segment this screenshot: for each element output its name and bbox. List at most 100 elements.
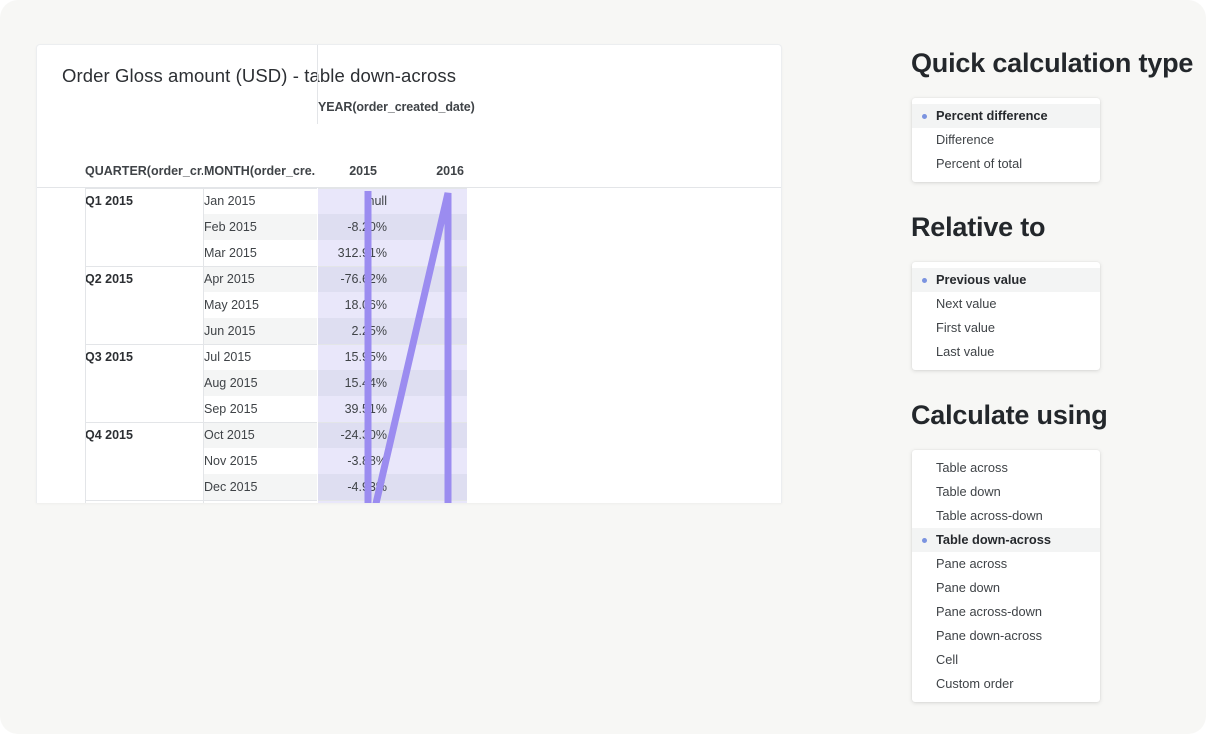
table-row[interactable]: Sep 2015 39.51% <box>37 396 781 422</box>
quick-calculation-type-menu[interactable]: Percent difference Difference Percent of t… <box>912 98 1100 182</box>
menu-item-table-down-across[interactable]: Table down-across <box>912 528 1100 552</box>
cell-quarter[interactable] <box>85 370 203 396</box>
cell-value-2015[interactable]: null <box>318 188 392 214</box>
cell-quarter[interactable] <box>85 396 203 422</box>
menu-item-table-across[interactable]: Table across <box>912 456 1100 480</box>
table-row[interactable]: Q2 2015 Apr 2015 -76.62% <box>37 266 781 292</box>
menu-item-pane-down[interactable]: Pane down <box>912 576 1100 600</box>
table-row[interactable]: Mar 2015 312.91% <box>37 240 781 266</box>
cell-value-2015[interactable]: -24.30% <box>318 422 392 448</box>
table-row[interactable]: Nov 2015 -3.88% <box>37 448 781 474</box>
cell-value-2016[interactable] <box>393 188 467 214</box>
menu-item-label: Percent difference <box>936 108 1048 123</box>
cell-value-2015[interactable]: 18.06% <box>318 292 392 318</box>
cell-month[interactable]: May 2015 <box>204 292 317 318</box>
cell-quarter[interactable] <box>85 240 203 266</box>
table-row[interactable]: Q3 2015 Jul 2015 15.95% <box>37 344 781 370</box>
menu-item-previous-value[interactable]: Previous value <box>912 268 1100 292</box>
cell-month[interactable]: Sep 2015 <box>204 396 317 422</box>
cell-value-2015[interactable]: 15.95% <box>318 344 392 370</box>
menu-item-label: Pane down-across <box>936 628 1042 643</box>
cell-value-2016[interactable]: 8.65% <box>393 500 467 503</box>
cell-value-2015[interactable]: -8.20% <box>318 214 392 240</box>
cell-value-2016[interactable] <box>393 344 467 370</box>
app-root: Order Gloss amount (USD) - table down-ac… <box>0 0 1206 734</box>
menu-item-pane-across-down[interactable]: Pane across-down <box>912 600 1100 624</box>
menu-item-cell[interactable]: Cell <box>912 648 1100 672</box>
cell-value-2016[interactable] <box>393 370 467 396</box>
menu-item-custom-order[interactable]: Custom order <box>912 672 1100 696</box>
menu-item-table-down[interactable]: Table down <box>912 480 1100 504</box>
cell-value-2016[interactable] <box>393 422 467 448</box>
relative-to-menu[interactable]: Previous value Next value First value Last … <box>912 262 1100 370</box>
cell-month[interactable]: Oct 2015 <box>204 422 317 448</box>
cell-value-2015[interactable]: 15.44% <box>318 370 392 396</box>
menu-item-percent-difference[interactable]: Percent difference <box>912 104 1100 128</box>
menu-item-pane-across[interactable]: Pane across <box>912 552 1100 576</box>
cell-month[interactable]: Feb 2015 <box>204 214 317 240</box>
table-row[interactable]: Q4 2015 Oct 2015 -24.30% <box>37 422 781 448</box>
menu-item-label: Last value <box>936 344 995 359</box>
cell-value-2016[interactable] <box>393 318 467 344</box>
cell-value-2016[interactable] <box>393 448 467 474</box>
cell-quarter[interactable] <box>85 292 203 318</box>
table-row[interactable]: Aug 2015 15.44% <box>37 370 781 396</box>
cell-value-2015[interactable]: -76.62% <box>318 266 392 292</box>
menu-item-first-value[interactable]: First value <box>912 316 1100 340</box>
menu-item-label: Next value <box>936 296 997 311</box>
cell-value-2016[interactable] <box>393 474 467 500</box>
menu-item-label: Percent of total <box>936 156 1023 171</box>
cell-quarter[interactable]: Q3 2015 <box>85 344 203 370</box>
column-header-quarter[interactable]: QUARTER(order_cr... <box>85 164 203 178</box>
cell-month[interactable]: Jul 2015 <box>204 344 317 370</box>
cell-month[interactable]: Dec 2015 <box>204 474 317 500</box>
cell-quarter[interactable]: Q1 2015 <box>85 188 203 214</box>
cell-month[interactable]: Jan 2015 <box>204 188 317 214</box>
cell-value-2016[interactable] <box>393 214 467 240</box>
cell-value-2015[interactable]: 2.25% <box>318 318 392 344</box>
menu-item-table-across-down[interactable]: Table across-down <box>912 504 1100 528</box>
calculate-using-menu[interactable]: Table across Table down Table across-down T… <box>912 450 1100 702</box>
column-header-month[interactable]: MONTH(order_cre... <box>204 164 316 178</box>
cell-value-2016[interactable] <box>393 240 467 266</box>
cell-month[interactable]: Apr 2015 <box>204 266 317 292</box>
cell-value-2016[interactable] <box>393 292 467 318</box>
menu-item-percent-of-total[interactable]: Percent of total <box>912 152 1100 176</box>
menu-item-pane-down-across[interactable]: Pane down-across <box>912 624 1100 648</box>
column-group-header: YEAR(order_created_date) <box>318 100 475 114</box>
cell-quarter[interactable]: Q4 2015 <box>85 422 203 448</box>
cell-value-2015[interactable]: -3.88% <box>318 448 392 474</box>
menu-item-difference[interactable]: Difference <box>912 128 1100 152</box>
cell-value-2015[interactable]: 39.51% <box>318 396 392 422</box>
cell-quarter[interactable]: Q1 2016 <box>85 500 203 503</box>
menu-item-last-value[interactable]: Last value <box>912 340 1100 364</box>
cell-month[interactable]: Jun 2015 <box>204 318 317 344</box>
cell-quarter[interactable] <box>85 318 203 344</box>
menu-item-next-value[interactable]: Next value <box>912 292 1100 316</box>
column-header-2015[interactable]: 2015 <box>318 164 392 178</box>
cell-quarter[interactable] <box>85 474 203 500</box>
cell-month[interactable]: Nov 2015 <box>204 448 317 474</box>
table-row[interactable]: Feb 2015 -8.20% <box>37 214 781 240</box>
cell-month[interactable]: Aug 2015 <box>204 370 317 396</box>
cell-quarter[interactable] <box>85 214 203 240</box>
cell-quarter[interactable]: Q2 2015 <box>85 266 203 292</box>
column-header-2016[interactable]: 2016 <box>393 164 467 178</box>
table-row[interactable]: Q1 2016Jan 2016 8.65% <box>37 500 781 503</box>
table-row[interactable]: Dec 2015 -4.93% <box>37 474 781 500</box>
cell-quarter[interactable] <box>85 448 203 474</box>
table-row[interactable]: May 2015 18.06% <box>37 292 781 318</box>
cell-month[interactable]: Mar 2015 <box>204 240 317 266</box>
cell-value-2015[interactable]: 312.91% <box>318 240 392 266</box>
visualization-card: Order Gloss amount (USD) - table down-ac… <box>36 44 782 503</box>
cell-value-2015[interactable]: -4.93% <box>318 474 392 500</box>
cell-value-2016[interactable] <box>393 266 467 292</box>
cell-month[interactable]: Jan 2016 <box>204 500 317 503</box>
table-row[interactable]: Q1 2015 Jan 2015 null <box>37 188 781 214</box>
cell-value-2016[interactable] <box>393 396 467 422</box>
cell-value-2015[interactable] <box>318 500 392 503</box>
menu-item-label: Pane across-down <box>936 604 1042 619</box>
table-row[interactable]: Jun 2015 2.25% <box>37 318 781 344</box>
menu-item-label: Previous value <box>936 272 1027 287</box>
selected-bullet-icon <box>922 278 927 283</box>
